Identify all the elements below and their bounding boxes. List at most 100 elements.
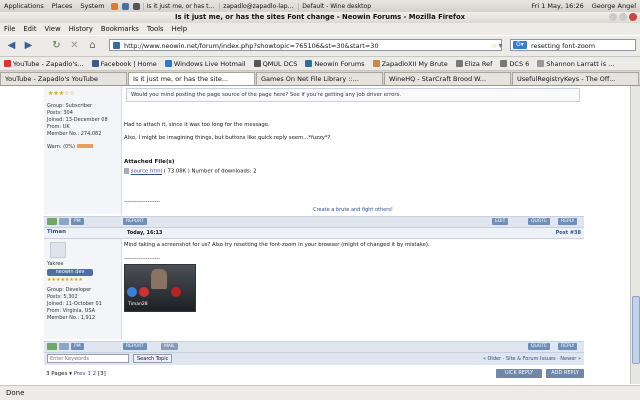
attached-file-link[interactable]: source.html xyxy=(131,169,162,175)
post2-date: Today, 16:13 xyxy=(127,230,163,236)
menu-edit[interactable]: Edit xyxy=(19,25,40,33)
post2-mail-button[interactable]: MAIL xyxy=(161,343,178,350)
tab-winehq[interactable]: WineHQ - StarCraft Brood W... xyxy=(384,72,511,85)
gamercard-game-icon xyxy=(139,287,149,297)
back-icon[interactable]: ◀ xyxy=(5,39,18,52)
post2-pm-button[interactable]: PM xyxy=(71,343,84,350)
menu-view[interactable]: View xyxy=(41,25,65,33)
gamercard-name: Timan28 xyxy=(128,302,148,307)
scrollbar-thumb[interactable] xyxy=(632,296,640,364)
window-controls[interactable] xyxy=(609,13,637,21)
post1-reply-button[interactable]: REPLY xyxy=(558,218,578,225)
reload-icon[interactable]: ↻ xyxy=(50,39,63,52)
add-reply-button[interactable]: ADD REPLY xyxy=(546,369,584,378)
bookmark-mybrute[interactable]: ZapadloXII My Brute xyxy=(369,60,452,68)
bookmark-dcs6[interactable]: DCS 6 xyxy=(496,60,533,68)
system-menu[interactable]: System xyxy=(76,2,108,10)
menu-tools[interactable]: Tools xyxy=(143,25,168,33)
bookmark-youtube[interactable]: YouTube - Zapadlo's... xyxy=(0,60,88,68)
post2-author-panel: Yakree neowin dev ★★★★★★★★ Group: Develo… xyxy=(44,239,122,339)
menu-file[interactable]: File xyxy=(0,25,19,33)
bookmark-neowin[interactable]: Neowin Forums xyxy=(301,60,368,68)
post2-joined: Joined: 11-October 01 xyxy=(47,301,102,307)
search-engine-icon[interactable]: G▾ xyxy=(513,41,527,49)
mail-launcher-icon[interactable] xyxy=(121,2,129,10)
post2-rank-badge: neowin dev xyxy=(47,269,93,276)
profile-icon[interactable] xyxy=(59,218,69,225)
taskbar-firefox[interactable]: Is it just me, or has t... xyxy=(142,2,218,10)
url-go-icon[interactable]: ▾ xyxy=(494,39,507,52)
places-menu[interactable]: Places xyxy=(48,2,77,10)
menu-bookmarks[interactable]: Bookmarks xyxy=(97,25,143,33)
post2-reply-button[interactable]: REPLY xyxy=(558,343,578,350)
signature-separator: -------------------- xyxy=(124,256,161,262)
post2-author[interactable]: Timan xyxy=(47,229,66,235)
topic-search-row: Search Topic « Older · Site & Forum Issu… xyxy=(44,353,584,365)
search-topic-button[interactable]: Search Topic xyxy=(133,354,173,363)
bookmark-icon xyxy=(4,60,11,67)
post2-posts: Posts: 5,302 xyxy=(47,294,78,300)
pagination: 3 Pages ▾ Prev 1 2 [3] xyxy=(46,371,106,377)
page-content: ★★★☆☆ Group: Subscriber Posts: 304 Joine… xyxy=(0,86,630,384)
bookmark-icon xyxy=(305,60,313,67)
tab-youtube[interactable]: YouTube - Zapadlo's YouTube xyxy=(0,72,127,85)
terminal-launcher-icon[interactable] xyxy=(132,2,140,10)
xbox-gamercard[interactable]: Timan28 xyxy=(124,264,196,312)
online-status-icon xyxy=(47,218,57,225)
post1-quote-button[interactable]: QUOTE xyxy=(528,218,550,225)
post2-header: Timan Today, 16:13 Post #38 xyxy=(44,228,584,239)
bookmark-hotmail[interactable]: Windows Live Hotmail xyxy=(161,60,250,68)
topic-breadcrumb[interactable]: « Older · Site & Forum Issues · Newer » xyxy=(483,356,581,362)
post2-body: Mind taking a screenshot for us? Also tr… xyxy=(122,239,584,339)
signature-link[interactable]: Create a brute and fight others! xyxy=(122,207,584,213)
post1-member: Member No.: 274,082 xyxy=(47,131,102,137)
bookmark-eliza[interactable]: Eliza Ref xyxy=(452,60,497,68)
post2-number[interactable]: Post #38 xyxy=(556,230,581,236)
post2-report-button[interactable]: REPORT xyxy=(123,343,147,350)
post1-pm-button[interactable]: PM xyxy=(71,218,84,225)
warn-level-icon xyxy=(76,144,93,148)
bookmark-facebook[interactable]: Facebook | Home xyxy=(88,60,161,68)
stop-icon[interactable]: ✕ xyxy=(68,39,81,52)
post1-body: Would you mind posting the page source o… xyxy=(122,86,584,214)
tab-neowin[interactable]: Is it just me, or has the site... xyxy=(128,72,255,85)
attached-file-row: source.html ( 73.08K ) Number of downloa… xyxy=(124,168,257,175)
forward-icon[interactable]: ▶ xyxy=(22,39,35,52)
fast-reply-button[interactable]: UICK REPLY xyxy=(496,369,542,378)
taskbar-wine[interactable]: Default - Wine desktop xyxy=(298,2,374,10)
panel-clock[interactable]: Fri 1 May, 16:26 xyxy=(527,2,587,10)
home-icon[interactable]: ⌂ xyxy=(86,39,99,52)
firefox-launcher-icon[interactable] xyxy=(110,2,118,10)
url-bar[interactable]: http://www.neowin.net/forum/index.php?sh… xyxy=(109,39,502,51)
search-input[interactable]: resetting font-zoom xyxy=(531,42,595,50)
taskbar-terminal[interactable]: zapadlo@zapadlo-lap... xyxy=(219,2,296,10)
signature-separator: -------------------- xyxy=(124,199,161,205)
search-box[interactable]: G▾ resetting font-zoom xyxy=(510,39,636,51)
applications-menu[interactable]: Applications xyxy=(0,2,48,10)
post2-quote-button[interactable]: QUOTE xyxy=(528,343,550,350)
post2-username: Yakree xyxy=(47,261,64,267)
close-icon[interactable] xyxy=(629,13,637,21)
rating-stars: ★★★★★★★★ xyxy=(47,277,83,283)
bookmark-qmul[interactable]: QMUL DCS xyxy=(250,60,302,68)
topic-search-input[interactable] xyxy=(47,354,129,363)
vertical-scrollbar[interactable] xyxy=(630,86,640,384)
post1-edit-button[interactable]: EDIT xyxy=(492,218,509,225)
post1-joined: Joined: 13-December 08 xyxy=(47,117,108,123)
bookmark-shannon[interactable]: Shannon Larratt is ... xyxy=(533,60,618,68)
profile-icon[interactable] xyxy=(59,343,69,350)
prev-link[interactable]: Prev xyxy=(74,371,86,377)
bookmark-icon xyxy=(164,60,172,67)
post1-report-button[interactable]: REPORT xyxy=(123,218,147,225)
tab-gamesonnet[interactable]: Games On Net File Library ::... xyxy=(256,72,383,85)
folder-icon xyxy=(500,60,508,67)
bookmark-icon xyxy=(253,60,261,67)
menu-help[interactable]: Help xyxy=(168,25,192,33)
panel-user[interactable]: George Angel xyxy=(588,2,640,10)
maximize-icon[interactable] xyxy=(619,13,627,21)
minimize-icon[interactable] xyxy=(609,13,617,21)
pages-dropdown[interactable]: 3 Pages ▾ xyxy=(46,371,72,377)
page-links[interactable]: 1 2 xyxy=(87,371,96,377)
tab-registry[interactable]: UsefulRegistryKeys - The Off... xyxy=(512,72,639,85)
menu-history[interactable]: History xyxy=(65,25,97,33)
